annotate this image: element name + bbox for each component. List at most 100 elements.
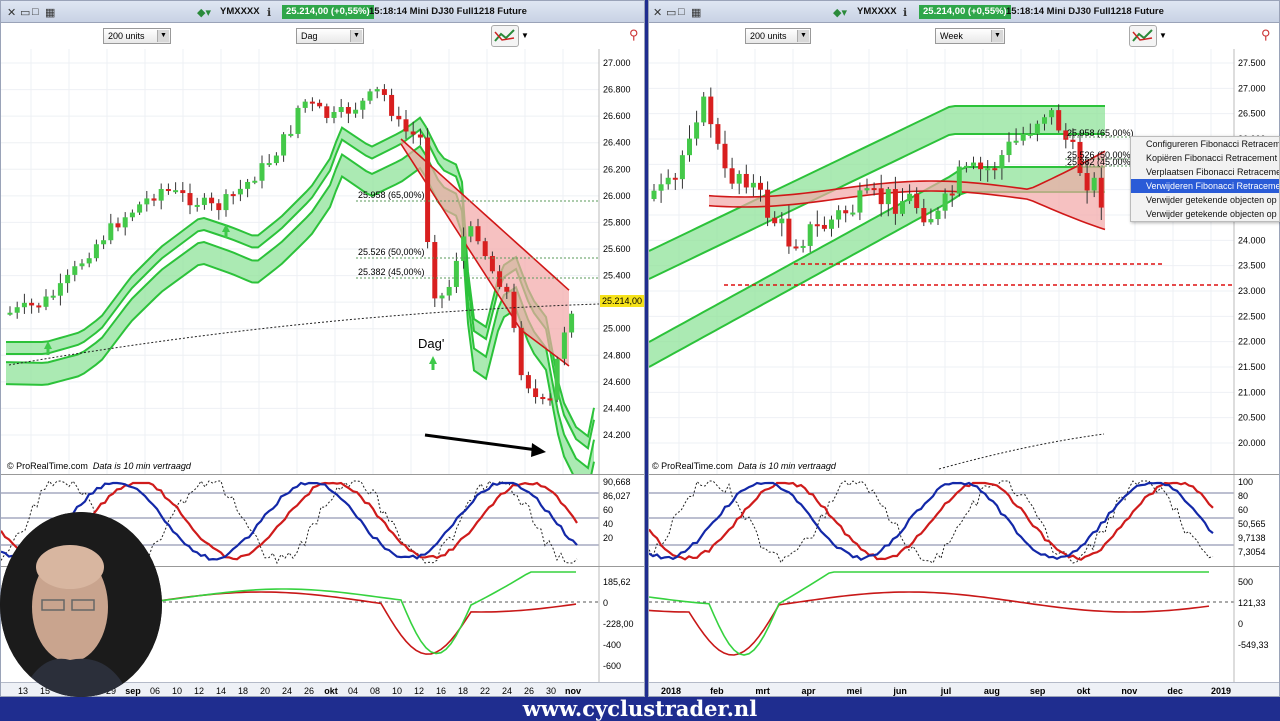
price-tick-label: 20.000 (1238, 438, 1266, 448)
period-select[interactable]: Dag ▼ (296, 28, 364, 44)
x-tick-label: jun (892, 686, 907, 696)
maximize-icon[interactable]: □ (678, 6, 685, 18)
units-select[interactable]: 200 units ▼ (745, 28, 811, 44)
context-menu-item[interactable]: Configureren Fibonacci Retracement (1131, 137, 1279, 151)
info-icon[interactable]: ℹ (903, 6, 907, 19)
minimize-icon[interactable]: ▭ (666, 6, 676, 19)
candle-body (29, 302, 35, 306)
link-icon[interactable]: ◆▾ (197, 6, 211, 19)
left-toolbar: 200 units ▼ Dag ▼ ▼ ⚲ (1, 23, 644, 49)
candle-body (338, 107, 344, 113)
right-chart-window: ✕ ▭ □ ▦ ◆▾ YMXXXX ℹ 25.214,00 (+0,55%) 1… (648, 0, 1280, 697)
price-tick-label: 26.000 (603, 191, 631, 201)
price-tick-label: 24.600 (603, 377, 631, 387)
indicator-icon[interactable] (1129, 25, 1157, 47)
x-tick-label: apr (801, 686, 816, 696)
period-select[interactable]: Week ▼ (935, 28, 1005, 44)
candle-body (956, 166, 962, 194)
context-menu: Configureren Fibonacci Retracement Kopiër… (1130, 136, 1280, 222)
indicator-icon[interactable] (491, 25, 519, 47)
right-stochastic-panel[interactable]: 100 80 60 50,565 9,7138 7,3054 (649, 474, 1279, 567)
candle-body (658, 184, 664, 191)
candle-body (295, 107, 301, 134)
price-tick-label: 20.500 (1238, 413, 1266, 423)
maximize-icon[interactable]: □ (32, 6, 39, 18)
candle-body (942, 193, 948, 211)
candle-body (750, 182, 756, 188)
candle-body (281, 134, 287, 156)
symbol-label[interactable]: YMXXXX (857, 6, 897, 17)
candle-body (194, 204, 200, 207)
candle-body (187, 193, 193, 206)
right-price-panel[interactable]: 27.50027.00026.50026.00025.50025.00024.5… (649, 49, 1279, 474)
candle-body (1006, 141, 1012, 156)
chevron-down-icon: ▼ (991, 30, 1003, 42)
candle-body (425, 137, 431, 243)
candle-body (1070, 139, 1076, 142)
candle-body (353, 109, 359, 114)
osc-tick-label: 40 (603, 519, 613, 529)
close-icon[interactable]: ✕ (653, 6, 662, 19)
context-menu-item[interactable]: Verwijder getekende objecten op deze gra… (1131, 193, 1279, 207)
context-menu-item[interactable]: Kopiëren Fibonacci Retracement (1131, 151, 1279, 165)
price-tick-label: 26.500 (1238, 109, 1266, 119)
minimize-icon[interactable]: ▭ (20, 6, 30, 19)
fib-label: 25.382 (45,00%) (1067, 157, 1134, 167)
candle-body (679, 155, 685, 180)
keyboard-icon[interactable]: ▦ (45, 6, 55, 19)
price-tick-label: 25.600 (603, 244, 631, 254)
context-menu-item[interactable]: Verwijder getekende objecten op alle gra… (1131, 207, 1279, 221)
candle-body (317, 102, 323, 107)
x-tick-label: dec (1167, 686, 1183, 696)
candle-body (687, 138, 692, 156)
pin-icon[interactable]: ⚲ (1261, 27, 1271, 43)
left-price-panel[interactable]: 27.000 26.800 26.600 26.400 26.200 26.000 25.8… (1, 49, 644, 474)
candle-body (1091, 177, 1097, 191)
x-tick-label: sep (1030, 686, 1046, 696)
x-tick-label: 2018 (661, 686, 681, 696)
watermark: © ProRealTime.com (7, 461, 88, 471)
candle-body (273, 155, 279, 164)
fib-label: 25.958 (65,00%) (358, 190, 425, 200)
candle-body (1013, 140, 1019, 143)
context-menu-item[interactable]: Verplaatsen Fibonacci Retracement (1131, 165, 1279, 179)
osc-tick-label: 7,3054 (1238, 547, 1266, 557)
close-icon[interactable]: ✕ (7, 6, 16, 19)
candle-body (814, 224, 820, 227)
price-tick-label: 25.400 (603, 271, 631, 281)
info-icon[interactable]: ℹ (267, 6, 271, 19)
price-tick-label: 26.800 (603, 85, 631, 95)
footer-url[interactable]: www.cyclustrader.nl (0, 697, 1280, 720)
candle-body (446, 286, 452, 296)
candle-body (309, 101, 315, 104)
context-menu-item[interactable]: Verwijderen Fibonacci Retracement (1131, 179, 1279, 193)
keyboard-icon[interactable]: ▦ (691, 6, 701, 19)
price-tick-label: 22.500 (1238, 311, 1266, 321)
candle-body (871, 188, 877, 191)
pin-icon[interactable]: ⚲ (629, 27, 639, 43)
chevron-down-icon[interactable]: ▼ (1159, 31, 1167, 40)
x-tick-label: 18 (458, 686, 468, 696)
symbol-label[interactable]: YMXXXX (220, 6, 260, 17)
candle-body (122, 217, 128, 228)
macd-tick-label: -600 (603, 661, 621, 671)
fib-label: 25.382 (45,00%) (358, 267, 425, 277)
candle-body (999, 155, 1005, 169)
candle-body (708, 96, 714, 125)
right-macd-panel[interactable]: 500 121,33 0 -549,33 (649, 566, 1279, 684)
x-tick-label: 14 (216, 686, 226, 696)
price-badge: 25.214,00 (+0,55%) (919, 5, 1011, 19)
x-tick-label: okt (324, 686, 338, 696)
candle-body (672, 177, 678, 180)
chevron-down-icon[interactable]: ▼ (521, 31, 529, 40)
link-icon[interactable]: ◆▾ (833, 6, 847, 19)
units-select[interactable]: 200 units ▼ (103, 28, 171, 44)
candle-body (389, 94, 395, 116)
candle-body (266, 163, 272, 166)
candle-body (694, 122, 700, 139)
osc-tick-label: 50,565 (1238, 519, 1266, 529)
green-band (6, 146, 594, 474)
candle-body (7, 312, 13, 315)
candle-body (223, 194, 229, 211)
candle-body (758, 182, 763, 190)
